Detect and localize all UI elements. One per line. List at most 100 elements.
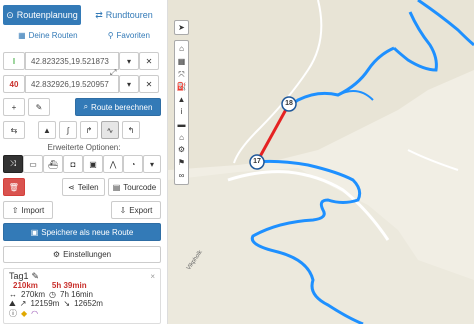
- export-button[interactable]: ⇩ Export: [111, 201, 161, 219]
- extended-options-label: Erweiterte Optionen:: [47, 143, 121, 152]
- settings-label: Einstellungen: [63, 250, 112, 259]
- add-waypoint-button[interactable]: +: [3, 98, 25, 116]
- waypoint-end-remove[interactable]: ✕: [139, 75, 159, 93]
- option-train[interactable]: ▣: [83, 155, 103, 173]
- day-ascent: 12159m: [30, 299, 60, 308]
- binoculars-icon[interactable]: ∞: [179, 171, 185, 180]
- day-distance: 270km: [21, 290, 46, 299]
- compass-icon: ⊙: [6, 9, 14, 20]
- import-export-row: ⇧ Import ⇩ Export: [3, 201, 161, 219]
- waypoint-start-marker[interactable]: I: [3, 52, 25, 70]
- day-time-red: 5h 39min: [51, 281, 87, 290]
- waypoint-end-marker[interactable]: 40: [3, 75, 25, 93]
- waypoint-end-dropdown[interactable]: ▾: [119, 75, 139, 93]
- save-new-route-button[interactable]: ▣ Speichere als neue Route: [3, 223, 161, 241]
- close-icon[interactable]: ×: [150, 272, 155, 281]
- calculate-route-button[interactable]: ⌕ Route berechnen: [75, 98, 161, 116]
- road-type-straight[interactable]: ∫: [59, 121, 77, 139]
- import-label: Import: [21, 205, 45, 215]
- option-car[interactable]: ◘: [63, 155, 83, 173]
- calc-row: + ✎ ⌕ Route berechnen: [3, 98, 161, 116]
- delete-route-button[interactable]: 🗑: [3, 178, 25, 196]
- tourcode-button[interactable]: ▤ Tourcode: [107, 178, 162, 196]
- optimize-button[interactable]: ✎: [28, 98, 50, 116]
- highway-icon: ▲: [43, 125, 51, 135]
- close-icon: ✕: [145, 56, 153, 66]
- waypoint-start-remove[interactable]: ✕: [139, 52, 159, 70]
- flag-icon[interactable]: ⚑: [178, 158, 185, 167]
- option-unpaved[interactable]: ⋀: [103, 155, 123, 173]
- road-type-row: ⇆ ▲ ∫ ↱ ∿ ↰: [3, 121, 161, 139]
- grid-icon[interactable]: ▦: [178, 57, 186, 66]
- favorites-link[interactable]: ⚲ Favoriten: [108, 31, 150, 40]
- grid-icon: ▦: [18, 31, 26, 40]
- home-icon[interactable]: ⌂: [179, 45, 184, 53]
- caret-down-icon: ▾: [149, 159, 154, 169]
- swap-icon: ⇆: [10, 125, 18, 135]
- info-icon[interactable]: i: [181, 108, 183, 116]
- options-dropdown[interactable]: ▾: [143, 155, 161, 173]
- tab-route-planning[interactable]: ⊙ Routenplanung: [3, 5, 81, 25]
- waypoint-row-start: I 42.823235,19.521873 ▾ ✕: [3, 52, 161, 70]
- day-card-stats: ↔ 270km ◷ 7h 16min: [9, 290, 155, 299]
- save-row: ▣ Speichere als neue Route: [3, 223, 161, 241]
- pin-icon: ⚲: [107, 31, 114, 40]
- edit-icon[interactable]: ✎: [32, 272, 40, 281]
- ferry-icon: ⛴: [47, 159, 59, 169]
- tunnel-icon: ◔: [130, 159, 136, 169]
- tab-round-tours[interactable]: ⇄ Rundtouren: [85, 5, 163, 25]
- option-toll[interactable]: ▭: [23, 155, 43, 173]
- settings-button[interactable]: ⚙ Einstellungen: [3, 246, 161, 263]
- option-ferry[interactable]: ⛴: [43, 155, 63, 173]
- tourcode-label: Tourcode: [123, 182, 157, 192]
- map-canvas[interactable]: [168, 0, 474, 324]
- waypoint-end-input[interactable]: 42.832926,19.520957: [25, 75, 119, 93]
- plus-icon: +: [11, 102, 17, 112]
- share-button[interactable]: ⋖ Teilen: [61, 178, 105, 196]
- close-icon: ✕: [145, 79, 153, 89]
- museum-icon[interactable]: ⌂: [179, 133, 184, 142]
- road-type-curvy[interactable]: ↱: [80, 121, 98, 139]
- bed-icon[interactable]: ▬: [178, 121, 186, 129]
- magic-wand-icon: ✎: [35, 102, 43, 112]
- reverse-route-button[interactable]: ⇆: [3, 121, 25, 139]
- map-locate-button[interactable]: ➤: [174, 20, 189, 35]
- extreme-road-icon: ↰: [127, 125, 135, 135]
- save-icon: ▣: [30, 227, 39, 237]
- road-type-highway[interactable]: ▲: [38, 121, 56, 139]
- route-marker-17-label: 17: [253, 158, 261, 165]
- day-card-header: Tag1 ✎ ×: [9, 272, 155, 282]
- day-time: 7h 16min: [60, 290, 93, 299]
- day-card-icons: ⓘ ◆ ◠: [9, 309, 155, 318]
- save-new-route-label: Speichere als neue Route: [41, 227, 134, 237]
- your-routes-link[interactable]: ▦ Deine Routen: [18, 31, 77, 40]
- map-view[interactable]: 18 17 Vikpholk ➤ ⌂ ▦ ⤧ ⛽ ▲ i ▬ ⌂ ⚙ ⚑ ∞: [168, 0, 474, 324]
- tab-route-planning-label: Routenplanung: [16, 10, 78, 20]
- money-icon: ▭: [29, 159, 37, 169]
- ascent-icon: ↗: [19, 299, 27, 308]
- gear-icon[interactable]: ⚙: [178, 146, 185, 154]
- fullscreen-icon[interactable]: ⤧: [178, 70, 184, 79]
- export-label: Export: [129, 205, 153, 215]
- option-shuffle[interactable]: ⤨: [3, 155, 23, 173]
- road-type-extreme[interactable]: ↰: [122, 121, 140, 139]
- day-descent: 12652m: [74, 299, 103, 308]
- fuel-icon[interactable]: ⛽: [177, 83, 187, 91]
- caret-down-icon: ▾: [126, 56, 131, 66]
- waypoint-start-input[interactable]: 42.823235,19.521873: [25, 52, 119, 70]
- day-card-red-stats: 210km 5h 39min: [9, 281, 155, 290]
- straight-road-icon: ∫: [66, 125, 70, 135]
- curvy-road-icon: ↱: [85, 125, 93, 135]
- import-button[interactable]: ⇧ Import: [3, 201, 53, 219]
- trash-icon: 🗑: [8, 182, 19, 192]
- option-tunnel[interactable]: ◔: [123, 155, 143, 173]
- info-icon[interactable]: ⓘ: [9, 309, 17, 318]
- book-icon: ▤: [112, 182, 121, 192]
- share-label: Teilen: [77, 182, 99, 192]
- road-type-very-curvy[interactable]: ∿: [101, 121, 119, 139]
- waypoint-start-dropdown[interactable]: ▾: [119, 52, 139, 70]
- tent-icon[interactable]: ▲: [178, 95, 186, 104]
- sidebar: ⊙ Routenplanung ⇄ Rundtouren ▦ Deine Rou…: [0, 0, 168, 324]
- your-routes-label: Deine Routen: [28, 31, 78, 40]
- shuffle-icon: ⤨: [9, 159, 17, 168]
